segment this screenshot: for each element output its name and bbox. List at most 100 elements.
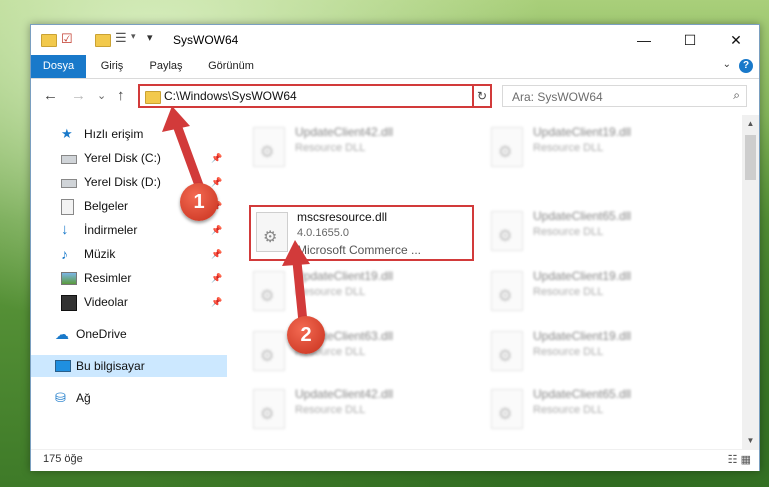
- dll-file-icon: ⚙: [256, 212, 288, 252]
- pin-icon[interactable]: 📌: [211, 147, 222, 169]
- recent-locations-button[interactable]: ⌄: [97, 89, 106, 102]
- music-icon: ♪: [61, 246, 68, 262]
- list-item[interactable]: ⚙ UpdateClient63.dll Resource DLL: [247, 325, 472, 381]
- sidebar-item-label: Belgeler: [84, 199, 129, 213]
- list-item[interactable]: ⚙ UpdateClient19.dll Resource DLL: [247, 265, 472, 321]
- details-view-icon[interactable]: ☷: [728, 454, 738, 466]
- tab-home[interactable]: Giriş: [91, 55, 133, 78]
- item-count: 175 öğe: [43, 453, 83, 465]
- file-name: UpdateClient19.dll: [533, 329, 632, 343]
- sidebar-item-videos[interactable]: Videolar 📌: [31, 291, 227, 313]
- file-description: Resource DLL: [295, 286, 366, 298]
- file-description: Resource DLL: [295, 404, 366, 416]
- pin-icon[interactable]: 📌: [211, 243, 222, 265]
- sidebar-item-label: Resimler: [84, 271, 132, 285]
- list-item[interactable]: ⚙ UpdateClient42.dll Resource DLL: [247, 121, 472, 177]
- expand-ribbon-icon[interactable]: ⌄: [723, 59, 731, 70]
- sidebar-item-label: İndirmeler: [84, 223, 138, 237]
- scroll-thumb[interactable]: [745, 135, 756, 180]
- sidebar-item-network[interactable]: ⛁ Ağ: [31, 387, 227, 409]
- forward-button[interactable]: →: [71, 87, 86, 104]
- dll-file-icon: ⚙: [253, 127, 285, 167]
- cloud-icon: ☁: [55, 326, 69, 342]
- file-version: 4.0.1655.0: [297, 227, 349, 239]
- file-explorer-window: ☑ ☰ ▾ ▾ SysWOW64 — ☐ ✕ Dosya Giriş Payla…: [30, 24, 760, 471]
- file-name: UpdateClient65.dll: [533, 387, 632, 401]
- toolbar-dropdown-icon[interactable]: ▾: [147, 31, 153, 47]
- quick-access-toolbar-icon[interactable]: ☰: [115, 30, 127, 46]
- large-icons-view-icon[interactable]: ▦: [741, 454, 751, 466]
- minimize-button[interactable]: —: [621, 25, 667, 55]
- address-path[interactable]: C:\Windows\SysWOW64: [164, 89, 297, 103]
- step-badge-2: 2: [287, 316, 325, 354]
- file-description: Resource DLL: [533, 142, 604, 154]
- computer-icon: [55, 360, 71, 372]
- close-button[interactable]: ✕: [713, 25, 759, 55]
- drive-icon: [61, 155, 77, 164]
- sidebar-item-quick-access[interactable]: ★ Hızlı erişim: [31, 123, 227, 145]
- file-name: UpdateClient19.dll: [295, 269, 394, 283]
- list-item[interactable]: ⚙ UpdateClient65.dll Resource DLL: [485, 205, 710, 261]
- sidebar-item-onedrive[interactable]: ☁ OneDrive: [31, 323, 227, 345]
- sidebar-item-pictures[interactable]: Resimler 📌: [31, 267, 227, 289]
- pin-icon[interactable]: 📌: [211, 219, 222, 241]
- dll-file-icon: ⚙: [491, 389, 523, 429]
- dll-file-icon: ⚙: [491, 331, 523, 371]
- network-icon: ⛁: [55, 390, 66, 405]
- sidebar-item-label: Yerel Disk (C:): [84, 151, 161, 165]
- maximize-button[interactable]: ☐: [667, 25, 713, 55]
- help-icon[interactable]: ?: [739, 59, 753, 73]
- pin-icon[interactable]: 📌: [211, 267, 222, 289]
- refresh-button[interactable]: ↻: [472, 84, 492, 108]
- sidebar-item-this-pc[interactable]: Bu bilgisayar: [31, 355, 227, 377]
- dll-file-icon: ⚙: [491, 271, 523, 311]
- tab-share[interactable]: Paylaş: [143, 55, 189, 78]
- dll-file-icon: ⚙: [253, 271, 285, 311]
- sidebar-item-label: Ağ: [76, 391, 91, 405]
- search-box[interactable]: Ara: SysWOW64 ⌕: [502, 85, 747, 107]
- dll-file-icon: ⚙: [253, 389, 285, 429]
- list-item[interactable]: ⚙ UpdateClient65.dll Resource DLL: [485, 383, 710, 439]
- scroll-down-icon[interactable]: ▼: [742, 432, 759, 449]
- star-icon: ★: [61, 126, 73, 141]
- sidebar-item-label: OneDrive: [76, 327, 127, 341]
- file-description: Resource DLL: [533, 404, 604, 416]
- list-item[interactable]: ⚙ UpdateClient42.dll Resource DLL: [247, 383, 472, 439]
- back-button[interactable]: ←: [43, 87, 58, 104]
- sidebar-item-downloads[interactable]: ↓ İndirmeler 📌: [31, 219, 227, 241]
- status-bar: 175 öğe ☷ ▦: [31, 449, 759, 471]
- step-badge-1: 1: [180, 183, 218, 221]
- up-button[interactable]: ↑: [117, 87, 125, 104]
- scroll-up-icon[interactable]: ▲: [742, 115, 759, 132]
- title-bar: ☑ ☰ ▾ ▾ SysWOW64 — ☐ ✕: [31, 25, 759, 55]
- window-title: SysWOW64: [173, 33, 239, 47]
- customize-toolbar-icon[interactable]: ▾: [131, 31, 136, 47]
- file-name: UpdateClient65.dll: [533, 209, 632, 223]
- list-item[interactable]: ⚙ UpdateClient19.dll Resource DLL: [485, 265, 710, 321]
- sidebar-item-label: Yerel Disk (D:): [84, 175, 161, 189]
- properties-icon[interactable]: ☑: [61, 31, 73, 47]
- file-name: UpdateClient42.dll: [295, 125, 394, 139]
- file-description: Resource DLL: [533, 346, 604, 358]
- list-item[interactable]: ⚙ UpdateClient19.dll Resource DLL: [485, 121, 710, 177]
- list-item[interactable]: ⚙ UpdateClient19.dll Resource DLL: [485, 325, 710, 381]
- sidebar-item-label: Müzik: [84, 247, 116, 261]
- tab-view[interactable]: Görünüm: [201, 55, 261, 78]
- file-description: Resource DLL: [533, 286, 604, 298]
- file-list: ⚙ UpdateClient42.dll Resource DLL ⚙ Upda…: [227, 115, 741, 449]
- tab-file[interactable]: Dosya: [31, 55, 86, 78]
- list-item-mscsresource[interactable]: ⚙ mscsresource.dll 4.0.1655.0 Microsoft …: [249, 205, 474, 261]
- new-folder-icon[interactable]: [95, 34, 111, 47]
- sidebar-item-music[interactable]: ♪ Müzik 📌: [31, 243, 227, 265]
- address-bar[interactable]: C:\Windows\SysWOW64 ⌄: [138, 84, 491, 108]
- dll-file-icon: ⚙: [491, 127, 523, 167]
- view-toggle[interactable]: ☷ ▦: [728, 453, 751, 466]
- folder-icon: [145, 91, 161, 104]
- sidebar-item-label: Videolar: [84, 295, 128, 309]
- sidebar-item-disk-c[interactable]: Yerel Disk (C:) 📌: [31, 147, 227, 169]
- search-input[interactable]: Ara: SysWOW64: [512, 90, 603, 104]
- file-description: Resource DLL: [295, 142, 366, 154]
- pin-icon[interactable]: 📌: [211, 291, 222, 313]
- documents-icon: [61, 199, 74, 215]
- vertical-scrollbar[interactable]: ▲ ▼: [742, 115, 759, 449]
